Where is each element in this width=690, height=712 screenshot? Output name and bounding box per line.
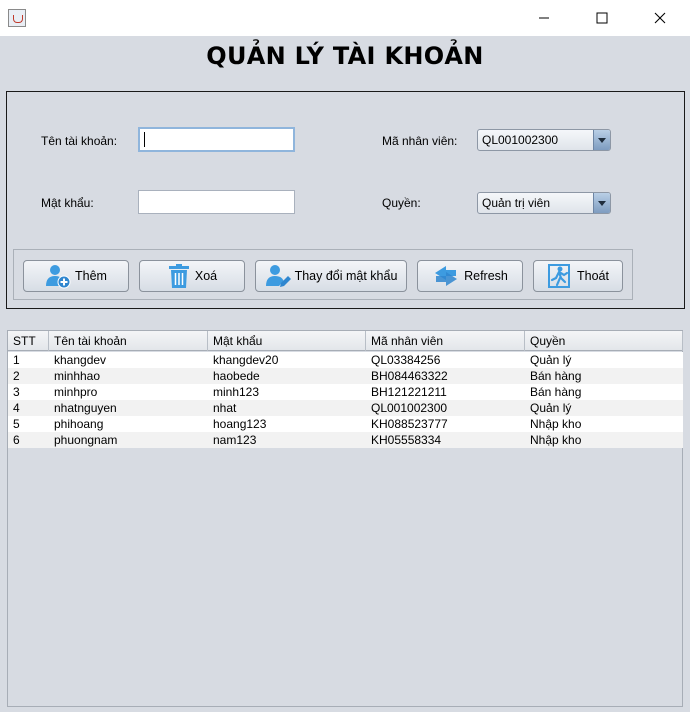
delete-button-label: Xoá (194, 269, 218, 283)
action-button-group: Thêm Xoá Thay đổi mật khẩu Refresh Thoát (13, 249, 633, 300)
cell-username: minhhao (54, 369, 101, 383)
maximize-icon (596, 12, 608, 24)
exit-door-icon (548, 264, 571, 288)
table-row[interactable]: 3 minhpro minh123 BH121221211 Bán hàng (8, 384, 683, 400)
cell-stt: 6 (13, 433, 20, 447)
cell-role: Nhập kho (530, 417, 582, 431)
cell-employee-id: KH05558334 (371, 433, 442, 447)
add-user-icon (46, 265, 71, 289)
minimize-button[interactable] (521, 0, 567, 36)
cell-stt: 5 (13, 417, 20, 431)
exit-button-label: Thoát (577, 269, 609, 283)
cell-employee-id: QL03384256 (371, 353, 441, 367)
close-button[interactable] (637, 0, 683, 36)
cell-role: Quản lý (530, 401, 572, 415)
cell-stt: 3 (13, 385, 20, 399)
table-row[interactable]: 2 minhhao haobede BH084463322 Bán hàng (8, 368, 683, 384)
table-body: 1 khangdev khangdev20 QL03384256 Quản lý… (8, 352, 683, 448)
table-header: STT Tên tài khoản Mật khẩu Mã nhân viên … (8, 331, 683, 351)
add-button-label: Thêm (75, 269, 107, 283)
cell-password: hoang123 (213, 417, 267, 431)
exit-button[interactable]: Thoát (533, 260, 623, 292)
minimize-icon (539, 17, 549, 19)
cell-password: khangdev20 (213, 353, 279, 367)
refresh-button[interactable]: Refresh (417, 260, 523, 292)
cell-password: nam123 (213, 433, 257, 447)
delete-button[interactable]: Xoá (139, 260, 245, 292)
username-label: Tên tài khoản: (41, 134, 118, 148)
change-password-button[interactable]: Thay đổi mật khẩu (255, 260, 407, 292)
cell-username: khangdev (54, 353, 107, 367)
cell-username: phihoang (54, 417, 104, 431)
cell-employee-id: KH088523777 (371, 417, 448, 431)
role-select[interactable]: Quản trị viên (477, 192, 611, 214)
employee-id-select[interactable]: QL001002300 (477, 129, 611, 151)
cell-role: Nhập kho (530, 433, 582, 447)
password-label: Mật khẩu: (41, 196, 94, 210)
cell-stt: 1 (13, 353, 20, 367)
column-header-stt[interactable]: STT (8, 331, 49, 351)
change-password-button-label: Thay đổi mật khẩu (294, 269, 398, 283)
account-form-panel: Tên tài khoản: Mật khẩu: Mã nhân viên: Q… (6, 91, 685, 309)
column-header-employee-id[interactable]: Mã nhân viên (366, 331, 525, 351)
chevron-down-icon (593, 130, 610, 150)
cell-stt: 4 (13, 401, 20, 415)
column-header-password[interactable]: Mật khẩu (208, 331, 366, 351)
refresh-icon (435, 266, 458, 286)
chevron-down-icon (593, 193, 610, 213)
window-titlebar (0, 0, 690, 36)
username-field[interactable] (138, 127, 295, 152)
edit-user-icon (265, 265, 291, 287)
trash-icon (168, 264, 189, 288)
password-field[interactable] (138, 190, 295, 214)
cell-username: nhatnguyen (54, 401, 117, 415)
column-header-role[interactable]: Quyền (525, 331, 683, 351)
cell-password: minh123 (213, 385, 260, 399)
cell-role: Quản lý (530, 353, 572, 367)
maximize-button[interactable] (579, 0, 625, 36)
table-row[interactable]: 6 phuongnam nam123 KH05558334 Nhập kho (8, 432, 683, 448)
cell-password: nhat (213, 401, 237, 415)
cell-stt: 2 (13, 369, 20, 383)
table-row[interactable]: 1 khangdev khangdev20 QL03384256 Quản lý (8, 352, 683, 368)
cell-employee-id: QL001002300 (371, 401, 448, 415)
cell-username: minhpro (54, 385, 98, 399)
cell-employee-id: BH084463322 (371, 369, 448, 383)
refresh-button-label: Refresh (464, 269, 508, 283)
cell-employee-id: BH121221211 (371, 385, 447, 399)
role-label: Quyền: (382, 196, 421, 210)
cell-username: phuongnam (54, 433, 118, 447)
close-icon (654, 12, 666, 24)
employee-id-label: Mã nhân viên: (382, 134, 458, 148)
cell-password: haobede (213, 369, 260, 383)
accounts-table[interactable]: STT Tên tài khoản Mật khẩu Mã nhân viên … (7, 330, 683, 707)
page-title: QUẢN LÝ TÀI KHOẢN (206, 42, 484, 70)
java-cup-icon (8, 9, 26, 27)
add-button[interactable]: Thêm (23, 260, 129, 292)
role-selected: Quản trị viên (482, 196, 551, 210)
table-row[interactable]: 4 nhatnguyen nhat QL001002300 Quản lý (8, 400, 683, 416)
employee-id-selected: QL001002300 (482, 133, 559, 147)
cell-role: Bán hàng (530, 385, 582, 399)
table-row[interactable]: 5 phihoang hoang123 KH088523777 Nhập kho (8, 416, 683, 432)
column-header-username[interactable]: Tên tài khoản (49, 331, 208, 351)
cell-role: Bán hàng (530, 369, 582, 383)
text-caret (144, 132, 145, 147)
